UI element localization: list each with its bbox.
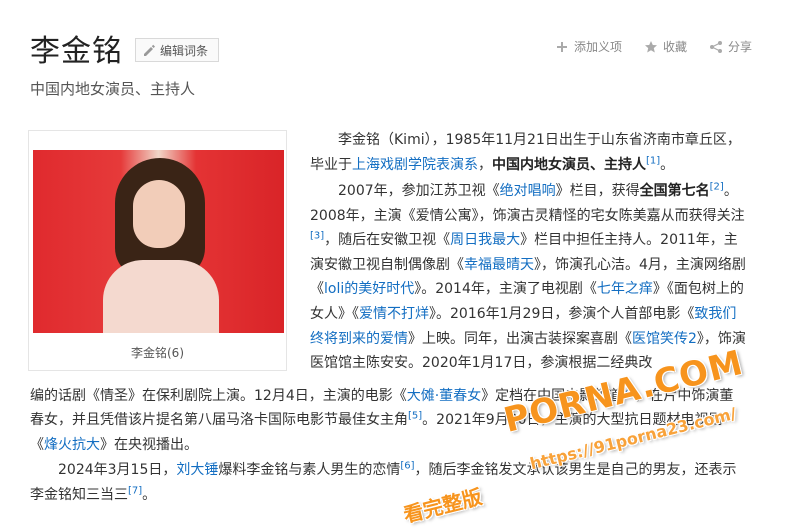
album-card[interactable]: 李金铭(6) (28, 130, 287, 371)
text: 》。2016年1月29日，参演个人首部电影《 (429, 305, 695, 322)
text: 爆料李金铭与素人男生的恋情 (218, 462, 401, 478)
plus-icon (555, 40, 569, 54)
header-actions: 添加义项 收藏 分享 (555, 38, 752, 55)
edit-entry-label: 编辑词条 (160, 43, 209, 58)
reference-6[interactable]: [6] (400, 460, 414, 471)
text: ， (478, 156, 492, 173)
intro-paragraph: 李金铭（Kimi），1985年11月21日出生于山东省济南市章丘区，毕业于上海戏… (310, 128, 750, 177)
album-caption[interactable]: 李金铭(6) (29, 344, 286, 361)
text: 》。2014年，主演了电视剧《 (414, 281, 597, 298)
reference-2[interactable]: [2] (710, 181, 724, 192)
edit-entry-button[interactable]: 编辑词条 (135, 38, 220, 62)
text: 。 (142, 486, 157, 503)
text: 。 (660, 156, 675, 173)
link-drama-3[interactable]: 七年之痒 (597, 281, 653, 297)
link-drama-5[interactable]: 医馆笑传2 (632, 331, 697, 347)
text: 》在央视播出。 (100, 437, 198, 453)
text: ，随后在安徽卫视《 (324, 232, 451, 249)
reference-1[interactable]: [1] (646, 155, 660, 166)
text: 编的话剧《情圣》在保利剧院上演。12月4日，主演的电影《 (30, 388, 407, 404)
reference-3[interactable]: [3] (310, 231, 324, 242)
text: 2024年3月15日， (58, 462, 177, 478)
photo-face-shape (133, 180, 185, 248)
link-school[interactable]: 上海戏剧学院表演系 (352, 157, 478, 173)
link-person[interactable]: 刘大锤 (176, 462, 218, 478)
link-drama-6[interactable]: 烽火抗大 (44, 437, 100, 453)
pencil-icon (142, 43, 156, 57)
star-icon (644, 40, 658, 54)
share-button[interactable]: 分享 (709, 38, 752, 55)
reference-7[interactable]: [7] (128, 485, 142, 496)
link-drama-1[interactable]: 幸福最晴天 (464, 257, 534, 273)
reference-5[interactable]: [5] (408, 410, 422, 421)
page-title: 李金铭 (30, 34, 123, 69)
text: 》栏目，获得 (555, 183, 640, 199)
link-show-1[interactable]: 绝对唱响 (500, 183, 556, 199)
favorite-label: 收藏 (662, 40, 687, 54)
photo-dress-shape (103, 260, 219, 333)
link-drama-2[interactable]: loli的美好时代 (324, 281, 414, 297)
portrait-photo[interactable] (33, 150, 284, 333)
personal-life-paragraph: 2024年3月15日，刘大锤爆料李金铭与素人男生的恋情[6]，随后李金铭发文承认… (30, 458, 750, 507)
page-subtitle: 中国内地女演员、主持人 (30, 80, 196, 98)
bold-rank: 全国第七名 (639, 183, 710, 199)
text: 》上映。同年，出演古装探案喜剧《 (408, 330, 632, 347)
text: 2007年，参加江苏卫视《 (338, 183, 500, 199)
share-icon (709, 40, 723, 54)
favorite-button[interactable]: 收藏 (644, 38, 687, 55)
share-label: 分享 (727, 40, 752, 54)
link-movie-2[interactable]: 大傩·董春女 (407, 388, 481, 404)
add-sense-label: 添加义项 (573, 40, 622, 54)
career-paragraph: 2007年，参加江苏卫视《绝对唱响》栏目，获得全国第七名[2]。2008年，主演… (310, 179, 750, 376)
link-show-2[interactable]: 周日我最大 (450, 232, 520, 248)
text: 《 (30, 437, 44, 453)
link-drama-4[interactable]: 爱情不打烊 (359, 306, 429, 322)
title-row: 李金铭 编辑词条 (30, 28, 220, 69)
bold-occupation: 中国内地女演员、主持人 (492, 156, 646, 173)
add-sense-button[interactable]: 添加义项 (555, 38, 622, 55)
text: 春女，并且凭借该片提名第八届马洛卡国际电影节最佳女主角 (30, 412, 408, 428)
